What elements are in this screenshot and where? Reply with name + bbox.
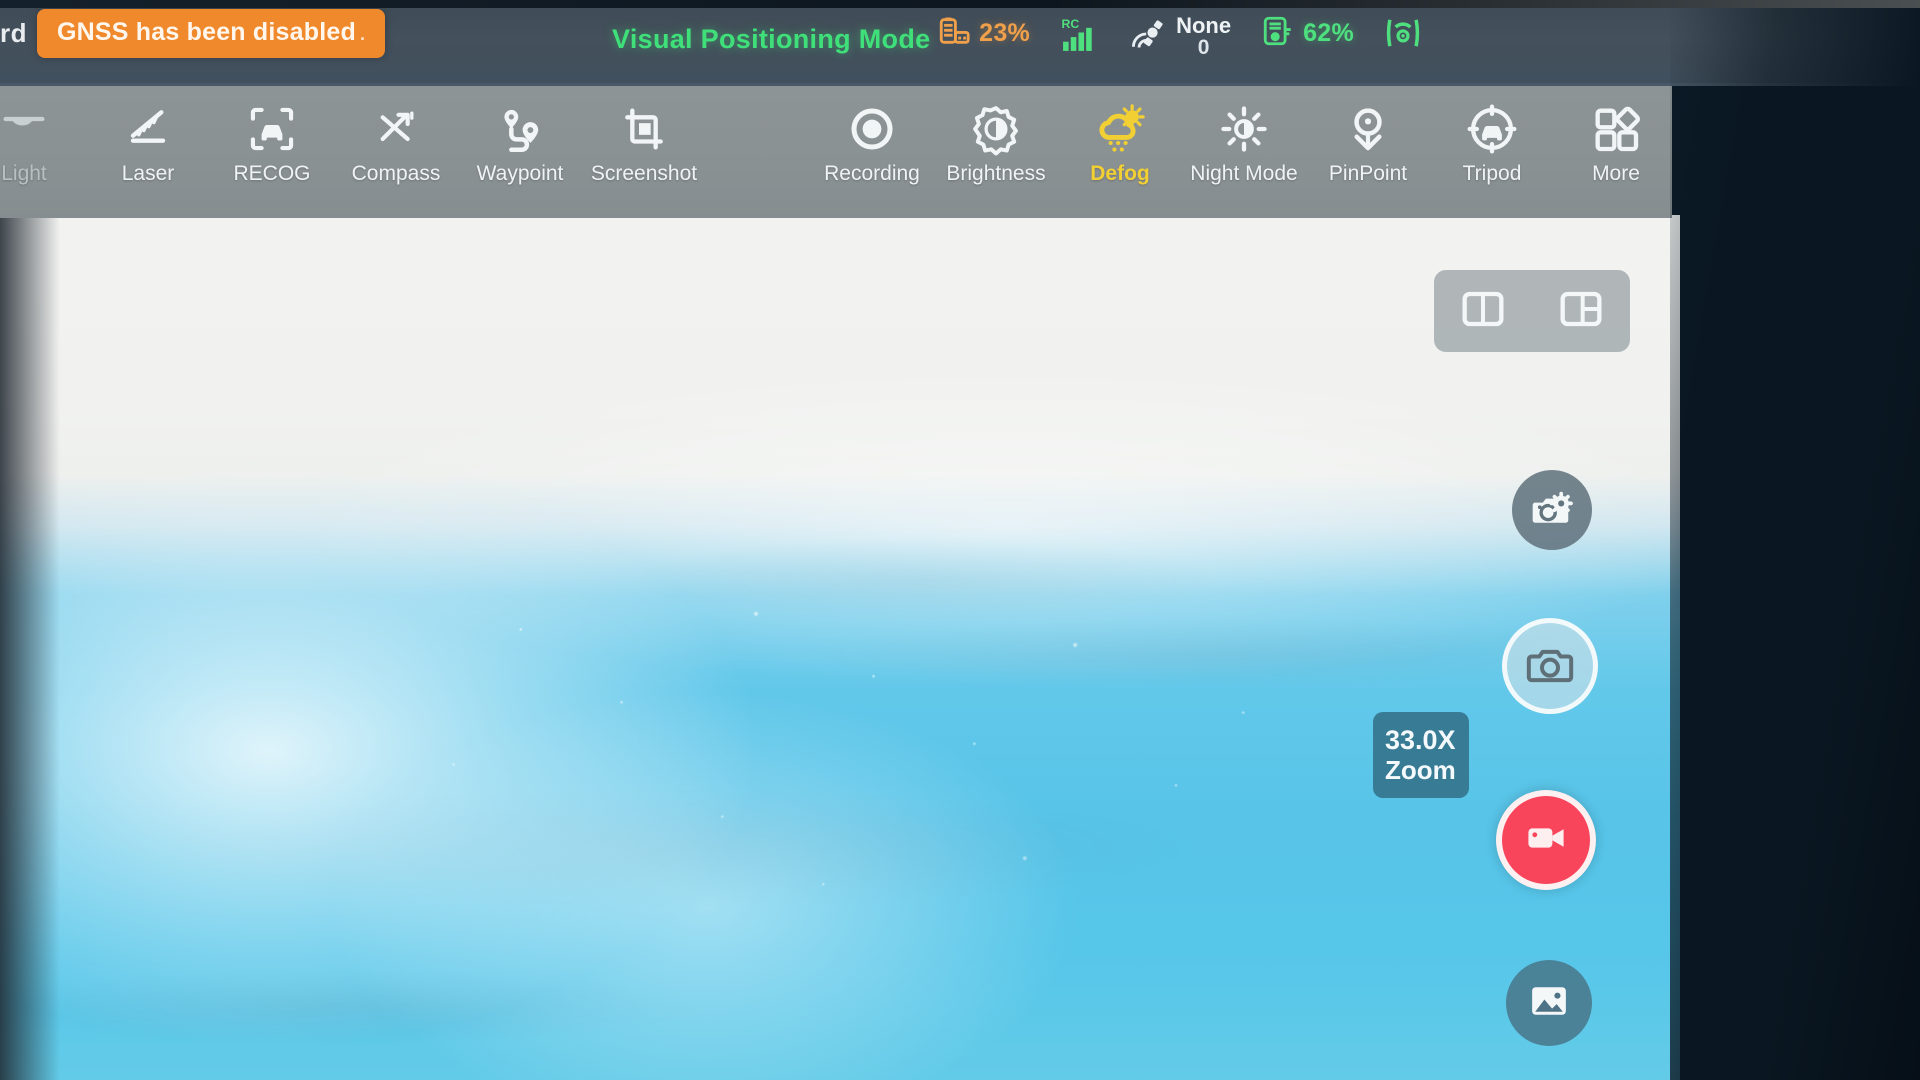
aircraft-battery-indicator[interactable]: 23% bbox=[937, 14, 1030, 53]
zoom-level-badge[interactable]: 33.0X Zoom bbox=[1373, 712, 1469, 798]
tool-brightness[interactable]: Brightness bbox=[934, 86, 1058, 186]
tool-compass[interactable]: Compass bbox=[334, 86, 458, 186]
gallery-icon bbox=[1526, 978, 1572, 1029]
pinpoint-icon bbox=[1342, 98, 1394, 160]
toolbar-left-group: Light Laser RECOG Compass Waypoint Scree… bbox=[0, 86, 706, 218]
tool-recog-label: RECOG bbox=[233, 162, 311, 185]
zoom-level-value: 33.0X bbox=[1385, 724, 1456, 755]
tool-waypoint-label: Waypoint bbox=[476, 162, 564, 185]
shutter-icon bbox=[1525, 639, 1575, 694]
tool-laser[interactable]: Laser bbox=[86, 86, 210, 186]
tool-pinpoint-label: PinPoint bbox=[1328, 162, 1408, 185]
screen-bezel-top bbox=[0, 0, 1920, 8]
recording-icon bbox=[845, 98, 899, 160]
svg-text:RC: RC bbox=[1062, 17, 1080, 31]
split-two-pane-icon bbox=[1461, 289, 1505, 334]
brightness-icon bbox=[969, 98, 1023, 160]
satellite-icon bbox=[1130, 17, 1168, 56]
gallery-button[interactable] bbox=[1506, 960, 1592, 1046]
tool-night-mode[interactable]: Night Mode bbox=[1182, 86, 1306, 186]
rc-signal-indicator[interactable]: RC bbox=[1060, 14, 1100, 59]
gnss-warning-text: GNSS has been disabled bbox=[57, 18, 356, 46]
defog-icon bbox=[1092, 98, 1148, 160]
tool-laser-label: Laser bbox=[121, 162, 175, 185]
controller-battery-value: 62% bbox=[1303, 19, 1354, 47]
drone-camera-app: rd GNSS has been disabled. Visual Positi… bbox=[0, 0, 1920, 1080]
rc-signal-icon: RC bbox=[1060, 14, 1100, 59]
controller-battery-icon bbox=[1261, 14, 1295, 53]
battery-icon bbox=[937, 14, 971, 53]
tool-light[interactable]: Light bbox=[0, 86, 86, 186]
aircraft-battery-value: 23% bbox=[979, 19, 1031, 47]
satellite-values: None 0 bbox=[1176, 14, 1231, 59]
view-layout-toggles bbox=[1434, 270, 1630, 352]
gnss-warning-dot: . bbox=[359, 24, 366, 44]
transmission-signal-icon bbox=[1384, 14, 1422, 57]
tool-more[interactable]: More bbox=[1554, 86, 1678, 186]
satellite-count: 0 bbox=[1197, 36, 1210, 60]
more-grid-icon bbox=[1591, 98, 1641, 160]
light-icon bbox=[0, 98, 49, 160]
shutter-button[interactable] bbox=[1502, 618, 1598, 714]
split-pip-button[interactable] bbox=[1552, 286, 1610, 336]
transmission-indicator[interactable] bbox=[1384, 14, 1422, 57]
tool-waypoint[interactable]: Waypoint bbox=[458, 86, 582, 186]
tool-defog[interactable]: Defog bbox=[1058, 86, 1182, 186]
tool-light-label: Light bbox=[1, 162, 47, 185]
split-pip-icon bbox=[1559, 289, 1603, 334]
tool-tripod-label: Tripod bbox=[1462, 162, 1522, 185]
camera-toolbar: Light Laser RECOG Compass Waypoint Scree… bbox=[0, 86, 1672, 218]
record-button[interactable] bbox=[1496, 790, 1596, 890]
status-bar: rd GNSS has been disabled. Visual Positi… bbox=[0, 0, 1920, 86]
zoom-label: Zoom bbox=[1385, 754, 1456, 785]
waypoint-icon bbox=[494, 98, 546, 160]
satellite-status: None bbox=[1176, 13, 1232, 38]
tool-compass-label: Compass bbox=[351, 162, 441, 185]
toolbar-right-group: Recording Brightness Defog Night Mode Pi… bbox=[810, 86, 1678, 218]
tripod-icon bbox=[1465, 98, 1519, 160]
recognition-icon bbox=[246, 98, 298, 160]
laser-icon bbox=[123, 98, 173, 160]
compass-icon bbox=[371, 98, 421, 160]
tool-tripod[interactable]: Tripod bbox=[1430, 86, 1554, 186]
record-icon bbox=[1522, 814, 1570, 867]
screenshot-icon bbox=[619, 98, 669, 160]
camera-settings-icon bbox=[1529, 485, 1575, 536]
controller-battery-indicator[interactable]: 62% bbox=[1261, 14, 1354, 53]
tool-brightness-label: Brightness bbox=[946, 162, 1046, 185]
status-indicators: 23% RC None 0 62% bbox=[937, 14, 1422, 59]
tool-screenshot-label: Screenshot bbox=[590, 162, 698, 185]
split-two-pane-button[interactable] bbox=[1454, 286, 1512, 336]
flight-mode-label: Visual Positioning Mode bbox=[612, 24, 931, 54]
tool-defog-label: Defog bbox=[1090, 162, 1150, 185]
tool-recording-label: Recording bbox=[824, 162, 920, 185]
tool-recog[interactable]: RECOG bbox=[210, 86, 334, 186]
back-label-fragment[interactable]: rd bbox=[0, 8, 37, 59]
gnss-warning-banner[interactable]: GNSS has been disabled. bbox=[37, 9, 386, 58]
tool-screenshot[interactable]: Screenshot bbox=[582, 86, 706, 186]
satellite-indicator[interactable]: None 0 bbox=[1130, 14, 1231, 59]
tool-night-mode-label: Night Mode bbox=[1190, 162, 1298, 185]
camera-settings-button[interactable] bbox=[1512, 470, 1592, 550]
status-bar-left: rd GNSS has been disabled. bbox=[0, 8, 386, 59]
screen-bezel-right bbox=[1670, 0, 1920, 1080]
tool-pinpoint[interactable]: PinPoint bbox=[1306, 86, 1430, 186]
live-video-feed[interactable] bbox=[0, 215, 1680, 1080]
tool-recording[interactable]: Recording bbox=[810, 86, 934, 186]
tool-more-label: More bbox=[1592, 162, 1640, 185]
night-mode-icon bbox=[1217, 98, 1271, 160]
